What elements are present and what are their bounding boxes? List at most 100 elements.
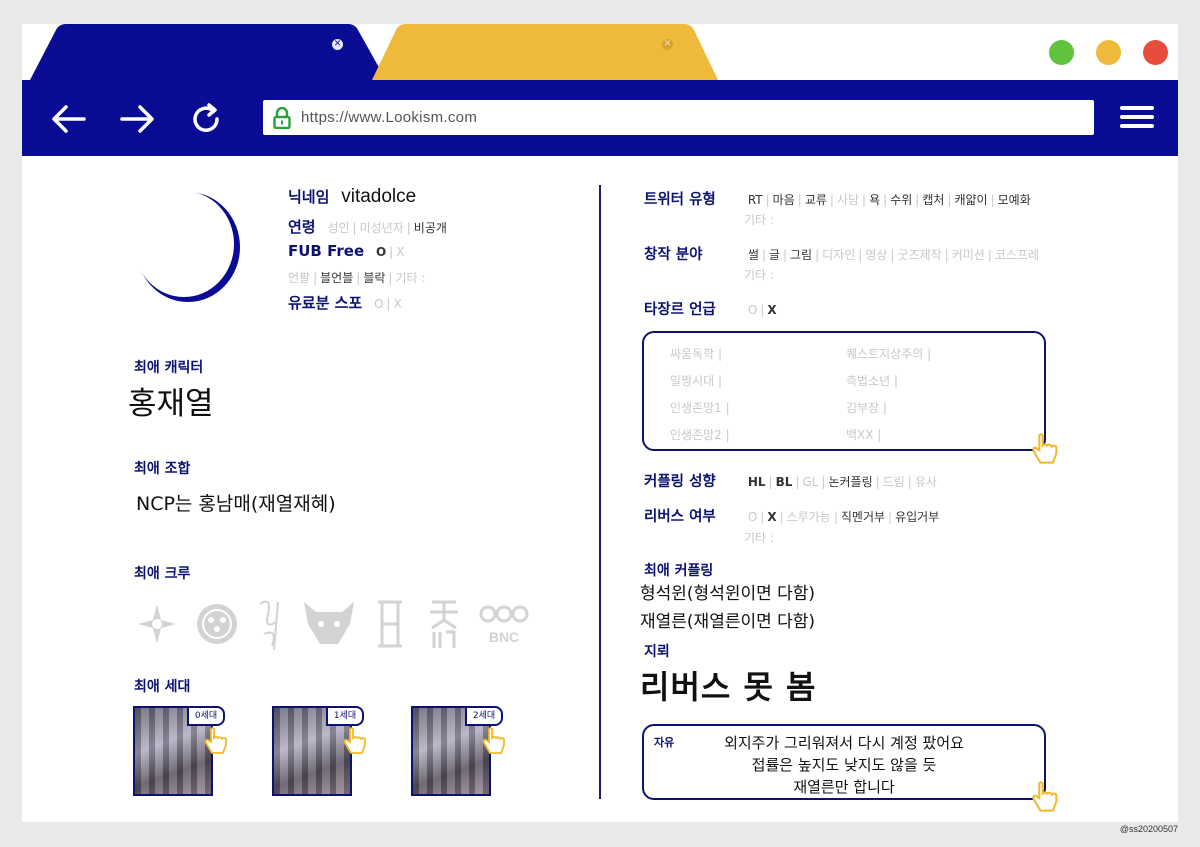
tab-close-icon[interactable]: ✕: [662, 39, 673, 50]
free-text-line: 접률은 높지도 낮지도 않을 듯: [751, 756, 937, 774]
fub-sub-other: 기타 :: [395, 271, 426, 285]
genre-item: 인생존망2 |: [670, 428, 730, 442]
url-text: https://www.Lookism.com: [301, 109, 478, 126]
browser-window: ✕ ✕ https://www.Lookism.com 닉네임 vitadolc…: [22, 24, 1178, 822]
forward-arrow-icon[interactable]: [118, 102, 156, 136]
generation-card-2[interactable]: 2세대: [411, 706, 505, 796]
creation-item-selected: 썰: [747, 248, 759, 262]
svg-text:BNC: BNC: [489, 629, 519, 645]
genre-item: 일짱시대 |: [670, 374, 723, 388]
reverse-option-selected: 직멘거부: [840, 510, 886, 524]
other-genre-box: 싸움독학 | 일짱시대 | 인생존망1 | 인생존망2 | 퀘스트지상주의 | …: [642, 331, 1046, 451]
creation-item-selected: 그림: [790, 248, 813, 262]
twitter-type-item-selected: 캡처: [922, 193, 945, 207]
genre-item: 측법소년 |: [846, 374, 899, 388]
coupling-item-selected: HL: [747, 475, 766, 489]
tab-close-icon[interactable]: ✕: [332, 39, 343, 50]
creation-other: 기타 :: [744, 268, 774, 282]
creation-row: 창작 분야 썰 | 글 | 그림 | 디자인 | 영상 | 굿즈제작 | 커미션 | 코스프레: [644, 243, 1039, 264]
reverse-other: 기타 :: [744, 531, 774, 545]
crew-logo-wolf-icon: [304, 602, 354, 644]
creation-item: 영상: [865, 248, 888, 262]
reverse-option-selected: X: [767, 510, 777, 524]
reverse-label: 리버스 여부: [644, 509, 716, 525]
twitter-type-item-selected: 모예화: [997, 193, 1031, 207]
favorite-coupling-line: 형석윈(형석윈이면 다함): [640, 584, 816, 604]
paid-spoiler-label: 유료분 스포: [288, 294, 363, 312]
other-genre-option: O: [747, 303, 758, 317]
free-text-box: 자유 외지주가 그리워져서 다시 계정 팠어요 접률은 높지도 낮지도 않을 듯…: [642, 724, 1046, 800]
twitter-type-item: 사담: [836, 193, 860, 207]
age-option: 성인: [327, 221, 350, 235]
coupling-tendency-label: 커플링 성향: [644, 474, 716, 490]
creation-label: 창작 분야: [644, 247, 703, 263]
creation-item: 굿즈제작: [897, 248, 942, 262]
pointer-hand-icon: [1032, 433, 1058, 464]
tab-active-shape: [30, 24, 386, 80]
minimize-button[interactable]: [1096, 40, 1121, 65]
back-arrow-icon[interactable]: [50, 102, 88, 136]
generation-card-0[interactable]: 0세대: [133, 706, 227, 796]
paid-spoiler-option: O: [374, 297, 384, 311]
twitter-type-other: 기타 :: [744, 213, 774, 227]
twitter-type-item-selected: 캐얇이: [954, 193, 988, 207]
creation-item: 디자인: [822, 248, 856, 262]
maximize-button[interactable]: [1049, 40, 1074, 65]
window-controls: [1049, 40, 1168, 65]
favorite-character-value: 홍재열: [128, 386, 214, 422]
twitter-type-item-selected: 교류: [804, 193, 827, 207]
navigation-bar: https://www.Lookism.com: [22, 80, 1178, 156]
age-option-selected: 비공개: [413, 221, 447, 235]
genre-item: 퀘스트지상주의 |: [846, 347, 932, 361]
creation-item-selected: 글: [768, 248, 780, 262]
credit-text: @ss20200507: [1119, 824, 1178, 834]
pointer-hand-icon: [482, 727, 505, 754]
fub-sub-option-selected: 블락: [363, 271, 386, 285]
crew-logo-circle-icon: [197, 604, 237, 644]
pointer-hand-icon: [1032, 781, 1058, 812]
tab-inactive-shape: [372, 24, 718, 80]
coupling-item: 드림: [882, 475, 905, 489]
reverse-option: O: [747, 510, 758, 524]
crew-logo-script-icon: [259, 600, 279, 651]
paid-spoiler-row: 유료분 스포 O | X: [288, 294, 402, 312]
landmine-title: 지뢰: [644, 644, 670, 660]
reverse-row: 리버스 여부 O | X | 스루가능 | 직멘거부 | 유입거부: [644, 505, 939, 526]
avatar: [134, 191, 240, 302]
nickname-row: 닉네임 vitadolce: [288, 186, 416, 208]
fub-option-selected: O: [375, 245, 387, 259]
genre-item: 싸움독학 |: [670, 347, 723, 361]
favorite-coupling-line: 재열른(재열른이면 다함): [640, 612, 816, 632]
address-bar[interactable]: https://www.Lookism.com: [263, 100, 1094, 135]
generation-card-1[interactable]: 1세대: [272, 706, 366, 796]
fub-option: X: [396, 245, 405, 259]
twitter-type-item-selected: RT: [747, 193, 763, 207]
generation-tag: 2세대: [465, 706, 503, 726]
age-label: 연령: [288, 218, 316, 236]
favorite-character-title: 최애 캐릭터: [134, 360, 204, 376]
free-text-line: 재열른만 합니다: [793, 778, 895, 796]
generation-tag: 1세대: [326, 706, 364, 726]
tab-active[interactable]: ✕: [30, 24, 390, 80]
reverse-option: 스루가능: [786, 510, 831, 524]
favorite-combo-value: NCP는 홍남매(재열재혜): [136, 493, 336, 515]
crew-logo-kanji-icon: [430, 600, 458, 648]
other-genre-option-selected: X: [767, 303, 777, 317]
fub-label: FUB Free: [288, 242, 365, 260]
age-row: 연령 성인 | 미성년자 | 비공개: [288, 218, 447, 236]
twitter-type-item-selected: 욕: [869, 193, 881, 207]
hamburger-menu-icon[interactable]: [1120, 106, 1154, 132]
tab-inactive[interactable]: ✕: [372, 24, 722, 80]
pointer-hand-icon: [343, 727, 366, 754]
fub-sub-row: 언팔 | 블언블 | 블락 | 기타 :: [288, 271, 426, 285]
column-divider: [599, 185, 601, 799]
twitter-type-item-selected: 수위: [890, 193, 913, 207]
fub-sub-option-selected: 블언블: [320, 271, 354, 285]
age-option: 미성년자: [359, 221, 404, 235]
refresh-icon[interactable]: [188, 102, 226, 136]
genre-item: 인생존망1 |: [670, 401, 730, 415]
other-genre-label: 타장르 언급: [644, 302, 716, 318]
fub-sub-option: 언팔: [288, 271, 311, 285]
close-window-button[interactable]: [1143, 40, 1168, 65]
nickname-value: vitadolce: [341, 186, 417, 207]
